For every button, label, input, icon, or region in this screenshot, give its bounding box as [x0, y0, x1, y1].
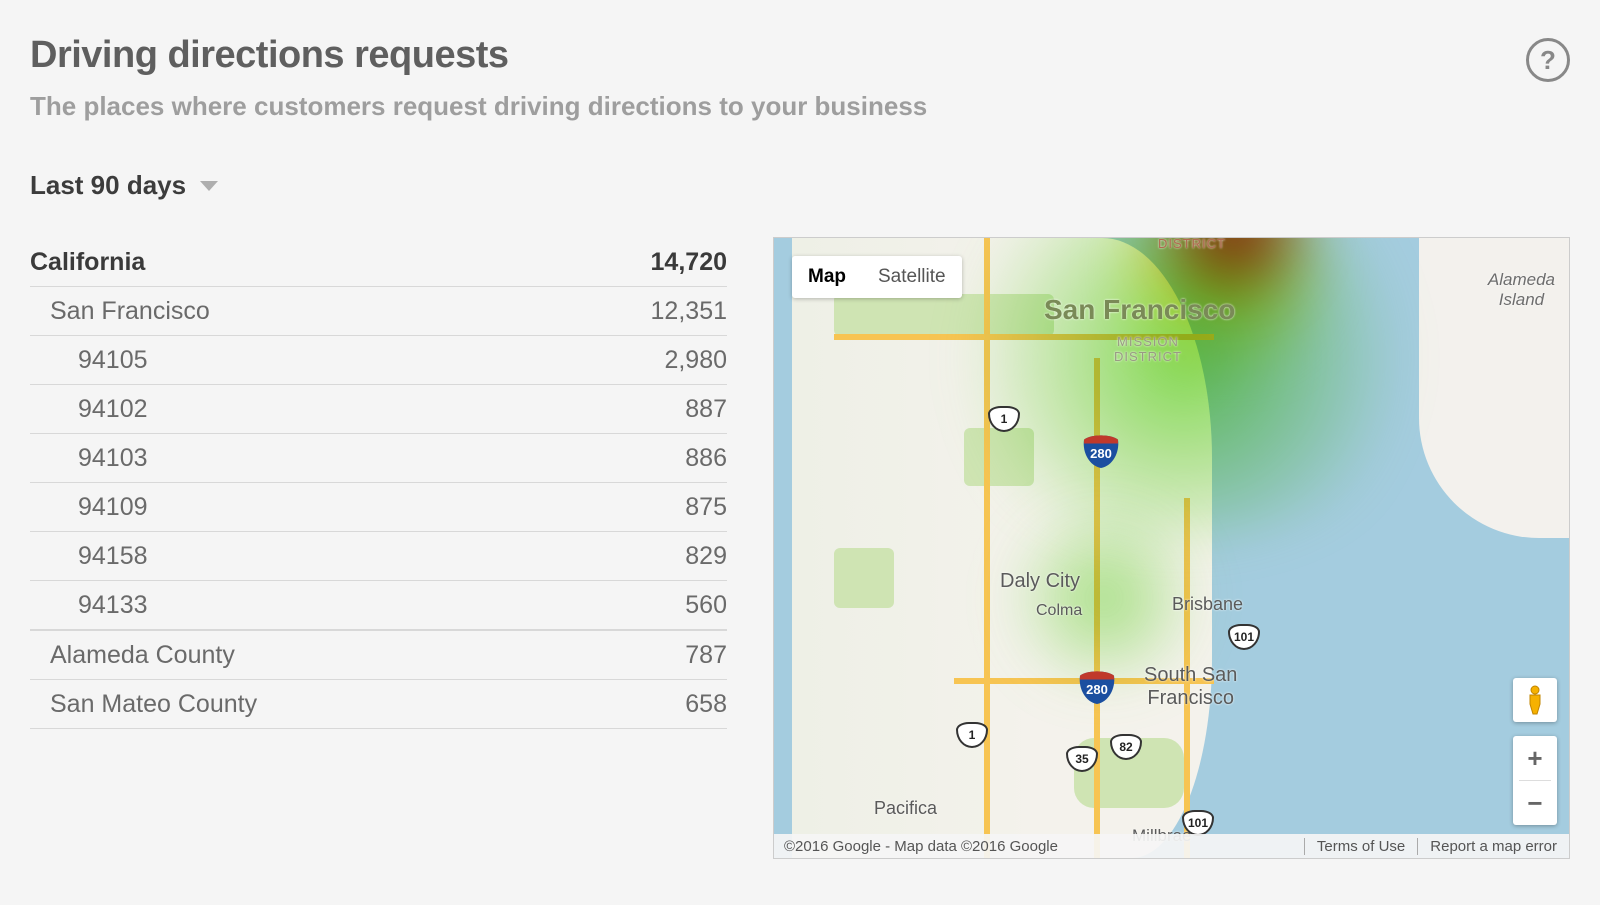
area-row[interactable]: Alameda County 787	[30, 630, 727, 680]
zip-count: 560	[685, 591, 727, 620]
map-park	[964, 428, 1034, 486]
zip-row[interactable]: 94103 886	[30, 434, 727, 483]
directions-table: California 14,720 San Francisco 12,351 9…	[30, 237, 727, 729]
interstate-shield: 280	[1078, 670, 1116, 704]
pegman-icon	[1524, 685, 1546, 715]
map-attribution: ©2016 Google - Map data ©2016 Google	[774, 838, 1304, 855]
map-label-district: DISTRICT	[1158, 237, 1226, 251]
map-road	[834, 334, 1214, 340]
zip-code: 94133	[30, 591, 148, 620]
chevron-down-icon	[200, 181, 218, 191]
pegman-button[interactable]	[1513, 678, 1557, 722]
region-row[interactable]: California 14,720	[30, 237, 727, 287]
map-park	[834, 548, 894, 608]
area-total: 12,351	[651, 297, 727, 326]
zip-code: 94109	[30, 493, 148, 522]
page-title: Driving directions requests	[30, 34, 927, 77]
area-total: 658	[685, 690, 727, 719]
region-total: 14,720	[651, 248, 727, 277]
terms-link[interactable]: Terms of Use	[1304, 838, 1417, 855]
area-name: Alameda County	[30, 641, 235, 670]
map-type-map[interactable]: Map	[792, 256, 862, 298]
map-park	[834, 294, 1054, 336]
date-range-dropdown[interactable]: Last 90 days	[30, 170, 1570, 201]
zoom-in-button[interactable]: +	[1513, 736, 1557, 780]
zip-row[interactable]: 94133 560	[30, 581, 727, 630]
zip-code: 94158	[30, 542, 148, 571]
map-road	[984, 238, 990, 858]
report-error-link[interactable]: Report a map error	[1417, 838, 1569, 855]
area-name: San Francisco	[30, 297, 210, 326]
zip-count: 829	[685, 542, 727, 571]
map-land	[1419, 238, 1569, 538]
route-shield: 101	[1228, 624, 1260, 650]
help-icon[interactable]: ?	[1526, 38, 1570, 82]
zoom-out-button[interactable]: −	[1513, 781, 1557, 825]
heatmap[interactable]: San Francisco DISTRICT MISSION DISTRICT …	[773, 237, 1570, 859]
zip-count: 875	[685, 493, 727, 522]
map-road	[1094, 358, 1100, 858]
area-total: 787	[685, 641, 727, 670]
area-row[interactable]: San Mateo County 658	[30, 680, 727, 729]
zip-count: 886	[685, 444, 727, 473]
area-name: San Mateo County	[30, 690, 257, 719]
map-footer: ©2016 Google - Map data ©2016 Google Ter…	[774, 834, 1569, 858]
zip-code: 94105	[30, 346, 148, 375]
zip-row[interactable]: 94105 2,980	[30, 336, 727, 385]
zoom-control: + −	[1513, 736, 1557, 825]
area-row[interactable]: San Francisco 12,351	[30, 287, 727, 336]
zip-code: 94102	[30, 395, 148, 424]
page-subtitle: The places where customers request drivi…	[30, 91, 927, 122]
map-type-switch: Map Satellite	[792, 256, 962, 298]
region-name: California	[30, 248, 145, 277]
zip-row[interactable]: 94102 887	[30, 385, 727, 434]
zip-row[interactable]: 94109 875	[30, 483, 727, 532]
zip-count: 2,980	[664, 346, 727, 375]
zip-code: 94103	[30, 444, 148, 473]
zip-count: 887	[685, 395, 727, 424]
zip-row[interactable]: 94158 829	[30, 532, 727, 581]
date-range-label: Last 90 days	[30, 170, 186, 201]
map-type-satellite[interactable]: Satellite	[862, 256, 962, 298]
interstate-shield: 280	[1082, 434, 1120, 468]
